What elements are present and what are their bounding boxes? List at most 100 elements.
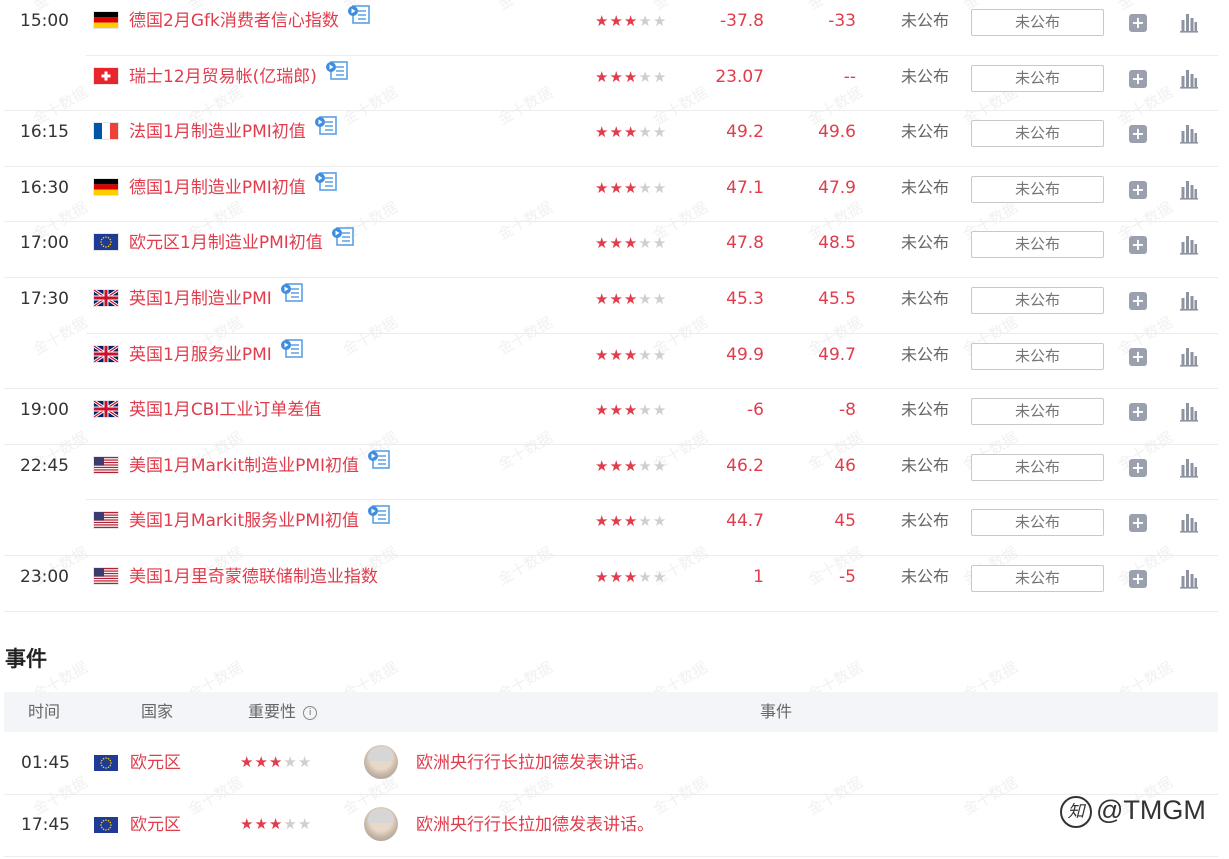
prediction-input[interactable] — [971, 9, 1104, 36]
video-interpretation-icon[interactable] — [331, 220, 355, 262]
indicator-name-link[interactable]: 瑞士12月贸易帐(亿瑞郎) — [129, 56, 349, 98]
add-alert-icon[interactable]: + — [1129, 458, 1147, 477]
star-empty-icon: ★ — [297, 753, 313, 771]
info-icon[interactable]: i — [303, 705, 318, 720]
star-filled-icon: ★ — [609, 123, 624, 142]
add-alert-icon[interactable]: + — [1129, 125, 1147, 144]
star-filled-icon: ★ — [595, 512, 610, 531]
bar-chart-icon[interactable] — [1179, 233, 1199, 259]
calendar-row: 17:30英国1月制造业PMI★★★★★45.345.5未公布+ — [4, 278, 1218, 334]
prediction-input[interactable] — [971, 453, 1104, 481]
indicator-name-link[interactable]: 美国1月里奇蒙德联储制造业指数 — [129, 556, 378, 598]
importance-stars: ★★★★★ — [595, 12, 667, 30]
star-filled-icon: ★ — [609, 289, 624, 308]
indicator-name-link[interactable]: 德国2月Gfk消费者信心指数 — [129, 0, 371, 42]
star-filled-icon: ★ — [609, 512, 624, 531]
video-interpretation-icon[interactable] — [314, 109, 338, 151]
star-filled-icon: ★ — [595, 67, 610, 86]
forecast-value: -8 — [839, 400, 856, 421]
header-event: 事件 — [760, 702, 793, 721]
country-flag-icon — [94, 289, 118, 306]
indicator-name-link[interactable]: 欧元区1月制造业PMI初值 — [129, 222, 355, 264]
bar-chart-icon[interactable] — [1179, 511, 1199, 537]
previous-value: 49.2 — [726, 122, 764, 143]
bar-chart-icon[interactable] — [1179, 122, 1199, 148]
video-interpretation-icon[interactable] — [325, 54, 349, 96]
prediction-input[interactable] — [971, 564, 1104, 592]
add-alert-icon[interactable]: + — [1129, 236, 1147, 255]
add-alert-icon[interactable]: + — [1129, 69, 1147, 88]
bar-chart-icon[interactable] — [1179, 345, 1199, 371]
prediction-input[interactable] — [971, 175, 1104, 203]
video-interpretation-icon[interactable] — [347, 0, 371, 40]
add-alert-icon[interactable]: + — [1129, 569, 1147, 588]
bar-chart-icon[interactable] — [1179, 11, 1199, 37]
bar-chart-icon[interactable] — [1179, 567, 1199, 593]
country-flag-icon — [94, 234, 118, 251]
indicator-name-link[interactable]: 英国1月制造业PMI — [129, 278, 304, 320]
video-interpretation-icon[interactable] — [280, 332, 304, 374]
importance-stars: ★★★★★ — [595, 568, 667, 586]
star-empty-icon: ★ — [652, 567, 668, 586]
previous-value: 47.1 — [726, 177, 764, 198]
add-alert-icon[interactable]: + — [1129, 514, 1147, 533]
indicator-name-link[interactable]: 英国1月服务业PMI — [129, 334, 304, 376]
forecast-value: 45 — [834, 511, 856, 532]
event-row: 01:45 欧元区 ★★★★★ 欧洲央行行长拉加德发表讲话。 — [4, 733, 1218, 795]
release-time: 16:15 — [20, 122, 69, 143]
star-filled-icon: ★ — [609, 12, 624, 30]
bar-chart-icon[interactable] — [1179, 289, 1199, 315]
event-description-link[interactable]: 欧洲央行行长拉加德发表讲话。 — [416, 795, 654, 855]
video-interpretation-icon[interactable] — [280, 276, 304, 318]
forecast-value: -33 — [828, 11, 856, 31]
previous-value: 23.07 — [715, 66, 764, 87]
importance-stars: ★★★★★ — [595, 401, 667, 419]
prediction-input[interactable] — [971, 398, 1104, 426]
star-filled-icon: ★ — [609, 178, 624, 197]
bar-chart-icon[interactable] — [1179, 400, 1199, 426]
bar-chart-icon[interactable] — [1179, 456, 1199, 482]
importance-stars: ★★★★★ — [595, 68, 667, 86]
event-row: 17:45 欧元区 ★★★★★ 欧洲央行行长拉加德发表讲话。 — [4, 795, 1218, 857]
prediction-input[interactable] — [971, 342, 1104, 370]
release-time: 17:30 — [20, 288, 69, 309]
country-flag-icon — [94, 345, 118, 362]
actual-value: 未公布 — [901, 66, 950, 86]
indicator-name-link[interactable]: 美国1月Markit服务业PMI初值 — [129, 500, 391, 542]
calendar-row: 23:00美国1月里奇蒙德联储制造业指数★★★★★1-5未公布+ — [4, 556, 1218, 612]
bar-chart-icon[interactable] — [1179, 178, 1199, 204]
release-time: 22:45 — [20, 455, 69, 476]
actual-value: 未公布 — [901, 400, 950, 420]
video-interpretation-icon[interactable] — [367, 498, 391, 540]
brand-watermark: 知 @TMGM — [1060, 795, 1206, 828]
prediction-input[interactable] — [971, 509, 1104, 537]
release-time: 23:00 — [20, 566, 69, 587]
add-alert-icon[interactable]: + — [1129, 180, 1147, 199]
speaker-avatar — [364, 745, 398, 779]
add-alert-icon[interactable]: + — [1129, 403, 1147, 422]
star-filled-icon: ★ — [595, 456, 610, 475]
calendar-row: 16:30德国1月制造业PMI初值★★★★★47.147.9未公布+ — [4, 167, 1218, 223]
prediction-input[interactable] — [971, 286, 1104, 314]
forecast-value: 49.7 — [818, 344, 856, 365]
prediction-input[interactable] — [971, 64, 1104, 92]
forecast-value: -- — [843, 66, 856, 87]
add-alert-icon[interactable]: + — [1129, 291, 1147, 310]
indicator-name-link[interactable]: 英国1月CBI工业订单差值 — [129, 389, 321, 431]
previous-value: 44.7 — [726, 511, 764, 532]
video-interpretation-icon[interactable] — [314, 165, 338, 207]
bar-chart-icon[interactable] — [1179, 67, 1199, 93]
add-alert-icon[interactable]: + — [1129, 14, 1147, 32]
video-interpretation-icon[interactable] — [367, 443, 391, 485]
event-description-link[interactable]: 欧洲央行行长拉加德发表讲话。 — [416, 733, 654, 793]
prediction-input[interactable] — [971, 120, 1104, 148]
indicator-name-link[interactable]: 德国1月制造业PMI初值 — [129, 167, 338, 209]
indicator-name-link[interactable]: 法国1月制造业PMI初值 — [129, 111, 338, 153]
indicator-name-link[interactable]: 美国1月Markit制造业PMI初值 — [129, 445, 391, 487]
importance-stars: ★★★★★ — [595, 234, 667, 252]
star-filled-icon: ★ — [623, 234, 639, 253]
add-alert-icon[interactable]: + — [1129, 347, 1147, 366]
prediction-input[interactable] — [971, 231, 1104, 259]
calendar-row: 美国1月Markit服务业PMI初值★★★★★44.745未公布+ — [4, 500, 1218, 556]
star-filled-icon: ★ — [268, 753, 284, 771]
